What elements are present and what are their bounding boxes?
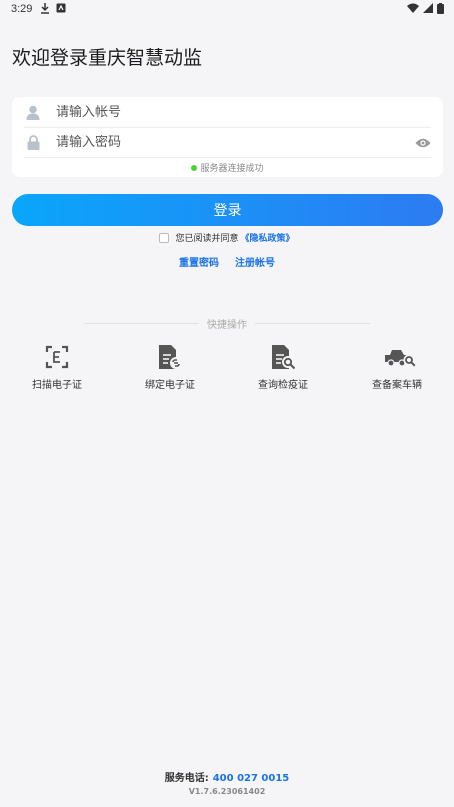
battery-icon xyxy=(437,3,444,14)
quick-actions-grid: 扫描电子证 绑定电子证 查询检疫证 查备案车辆 xyxy=(0,343,454,393)
app-notification-icon xyxy=(56,3,66,13)
query-certificate-icon xyxy=(269,343,297,371)
quick-action-label: 查询检疫证 xyxy=(258,380,308,391)
user-icon xyxy=(24,104,42,122)
login-card: 服务器连接成功 xyxy=(12,97,443,177)
download-icon xyxy=(41,3,49,14)
quick-action-bind[interactable]: 绑定电子证 xyxy=(125,343,215,391)
quick-action-label: 扫描电子证 xyxy=(32,380,82,391)
agreement-text: 您已阅读并同意 xyxy=(175,234,239,244)
notification-icons xyxy=(40,3,66,14)
quick-action-query[interactable]: 查询检疫证 xyxy=(238,343,328,391)
reset-password-link[interactable]: 重置密码 xyxy=(179,254,219,269)
register-link[interactable]: 注册帐号 xyxy=(235,254,275,269)
system-icons xyxy=(407,3,444,14)
status-time: 3:29 xyxy=(11,3,33,15)
password-field[interactable] xyxy=(24,128,431,158)
password-input[interactable] xyxy=(56,135,431,150)
status-dot-icon xyxy=(191,164,198,171)
service-phone: 服务电话: 400 027 0015 xyxy=(0,769,454,784)
privacy-policy-link[interactable]: 《隐私政策》 xyxy=(241,231,295,244)
lock-icon xyxy=(24,134,42,152)
login-button[interactable]: 登录 xyxy=(12,194,443,226)
vehicle-search-icon xyxy=(383,343,416,371)
account-input[interactable] xyxy=(56,105,431,120)
service-phone-label: 服务电话: xyxy=(164,773,209,784)
quick-actions-header: 快捷操作 xyxy=(84,316,370,331)
app-version: V1.7.6.23061402 xyxy=(188,787,266,796)
agreement-row: 您已阅读并同意 《隐私政策》 xyxy=(0,231,454,244)
account-links: 重置密码 注册帐号 xyxy=(0,254,454,269)
divider-line xyxy=(255,322,370,324)
quick-actions-title: 快捷操作 xyxy=(207,319,247,331)
wifi-icon xyxy=(407,3,419,13)
quick-action-label: 查备案车辆 xyxy=(372,380,422,391)
signal-icon xyxy=(423,3,433,13)
server-status-text: 服务器连接成功 xyxy=(200,164,264,174)
quick-action-vehicle[interactable]: 查备案车辆 xyxy=(352,343,442,391)
bind-certificate-icon xyxy=(156,343,184,371)
agreement-checkbox[interactable] xyxy=(159,232,170,243)
page-title: 欢迎登录重庆智慧动监 xyxy=(12,47,203,69)
quick-action-label: 绑定电子证 xyxy=(145,380,195,391)
scan-icon xyxy=(43,343,71,371)
quick-action-scan[interactable]: 扫描电子证 xyxy=(12,343,102,391)
status-bar: 3:29 xyxy=(0,0,454,20)
server-status: 服务器连接成功 xyxy=(12,161,443,174)
show-password-icon[interactable] xyxy=(415,134,431,153)
service-phone-number[interactable]: 400 027 0015 xyxy=(213,773,290,784)
divider-line xyxy=(84,322,199,324)
account-field[interactable] xyxy=(24,98,431,128)
